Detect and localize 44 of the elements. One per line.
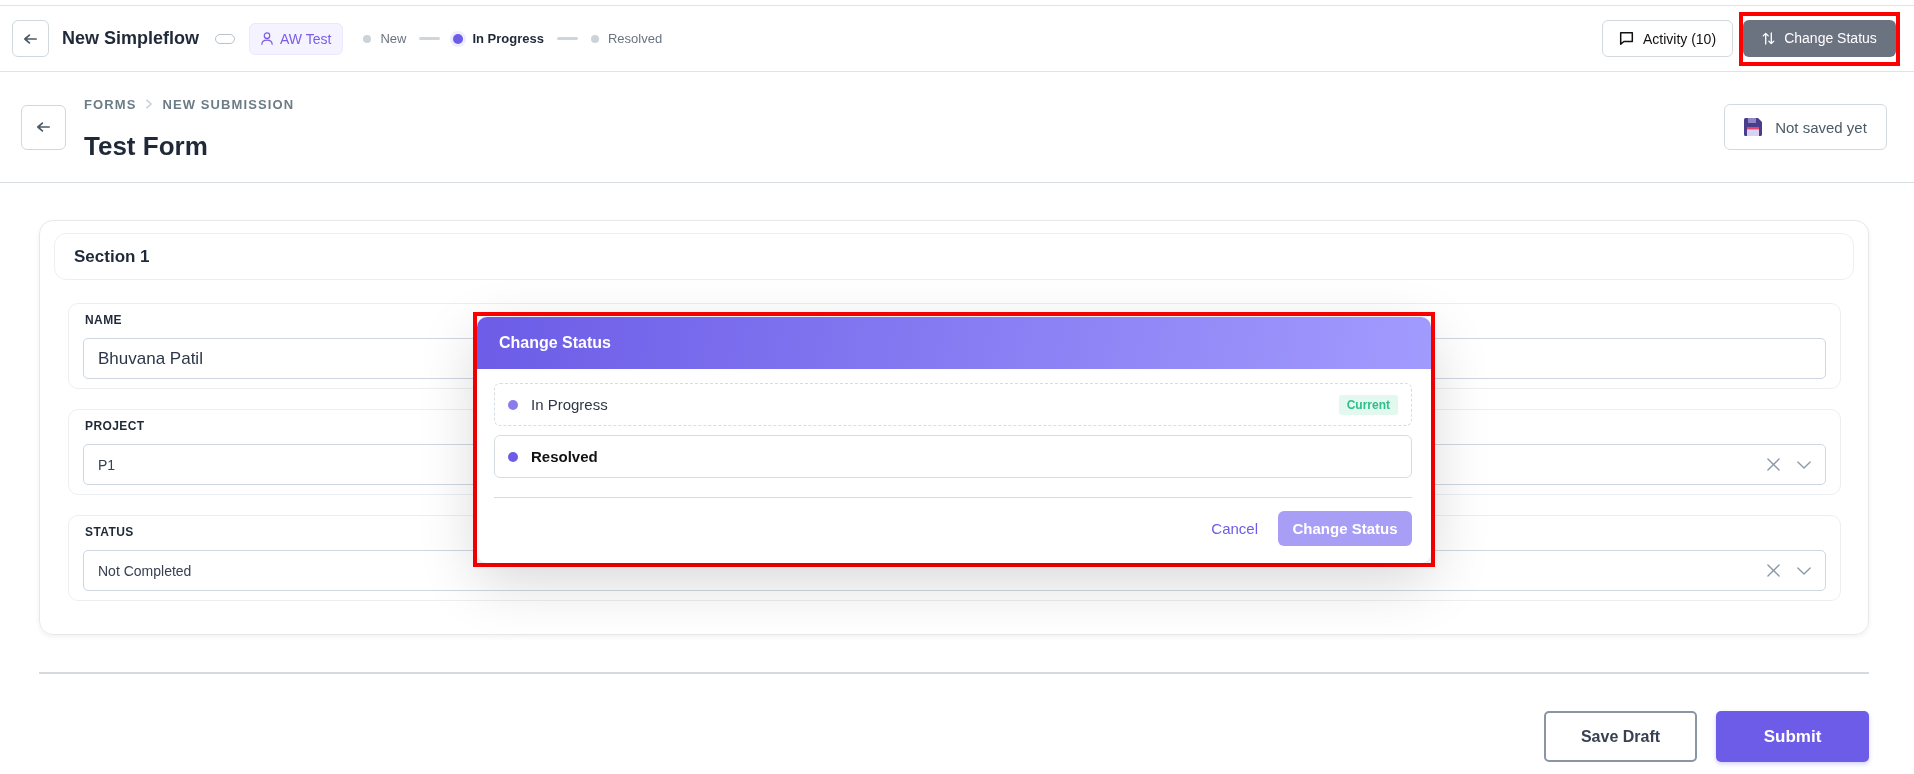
- speech-bubble-icon: [1618, 31, 1634, 46]
- back-button[interactable]: [12, 20, 49, 57]
- status-option[interactable]: Resolved: [494, 435, 1412, 478]
- select-value: P1: [98, 456, 116, 473]
- step-connector: [419, 37, 441, 40]
- section-title: Section 1: [74, 246, 150, 267]
- status-dot-icon: [508, 451, 518, 462]
- status-dot-icon: [508, 399, 518, 410]
- page-title: Test Form: [84, 130, 208, 162]
- save-draft-button[interactable]: Save Draft: [1544, 711, 1697, 762]
- close-icon: [1767, 564, 1780, 577]
- change-status-button[interactable]: Change Status: [1743, 19, 1896, 57]
- select-value: Not Completed: [98, 562, 192, 579]
- status-option[interactable]: In Progress Current: [494, 383, 1412, 426]
- back-button[interactable]: [21, 104, 66, 150]
- breadcrumb-link[interactable]: FORMS: [84, 96, 137, 112]
- clear-button[interactable]: [1767, 564, 1780, 577]
- field-label: NAME: [85, 314, 122, 327]
- toggle-switch[interactable]: [215, 33, 236, 44]
- field-label: PROJECT: [85, 420, 145, 433]
- step-connector: [556, 37, 578, 40]
- user-icon: [261, 32, 274, 45]
- activity-button[interactable]: Activity (10): [1602, 20, 1733, 57]
- breadcrumb-current: NEW SUBMISSION: [162, 96, 295, 112]
- close-icon: [1767, 458, 1780, 471]
- cancel-button[interactable]: Cancel: [1211, 516, 1258, 541]
- step-label: In Progress: [472, 31, 544, 46]
- current-tag: Current: [1338, 394, 1398, 415]
- step-label: New: [380, 31, 407, 46]
- dialog-title: Change Status: [499, 334, 611, 352]
- arrow-left-icon: [24, 33, 37, 44]
- input-value: Bhuvana Patil: [98, 348, 203, 369]
- save-status-text: Not saved yet: [1775, 118, 1867, 136]
- chevron-right-icon: [146, 99, 153, 109]
- arrow-left-icon: [37, 122, 50, 132]
- field-label: STATUS: [85, 526, 134, 539]
- step-label: Resolved: [607, 31, 663, 46]
- up-down-arrows-icon: [1762, 31, 1776, 45]
- chevron-down-icon: [1797, 460, 1811, 469]
- flow-title: New Simpleflow: [62, 28, 200, 49]
- submit-button[interactable]: Submit: [1716, 711, 1869, 762]
- assignee-chip[interactable]: AW Test: [249, 22, 344, 55]
- chevron-down-icon: [1797, 566, 1811, 575]
- clear-button[interactable]: [1767, 458, 1780, 471]
